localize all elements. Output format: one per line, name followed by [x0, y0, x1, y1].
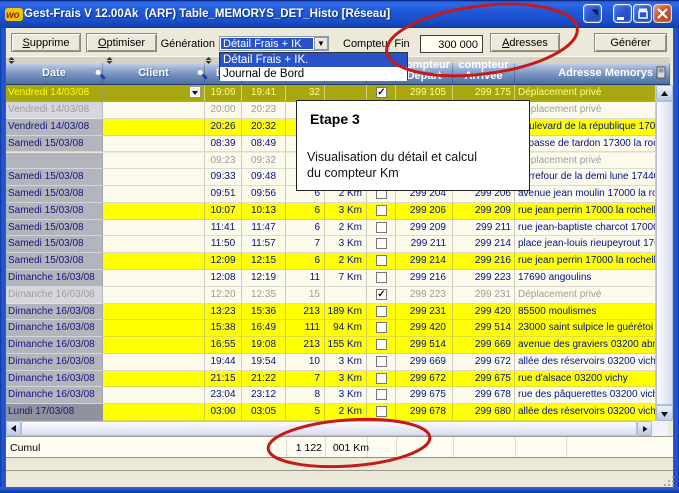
svg-text:o: o: [14, 10, 20, 21]
